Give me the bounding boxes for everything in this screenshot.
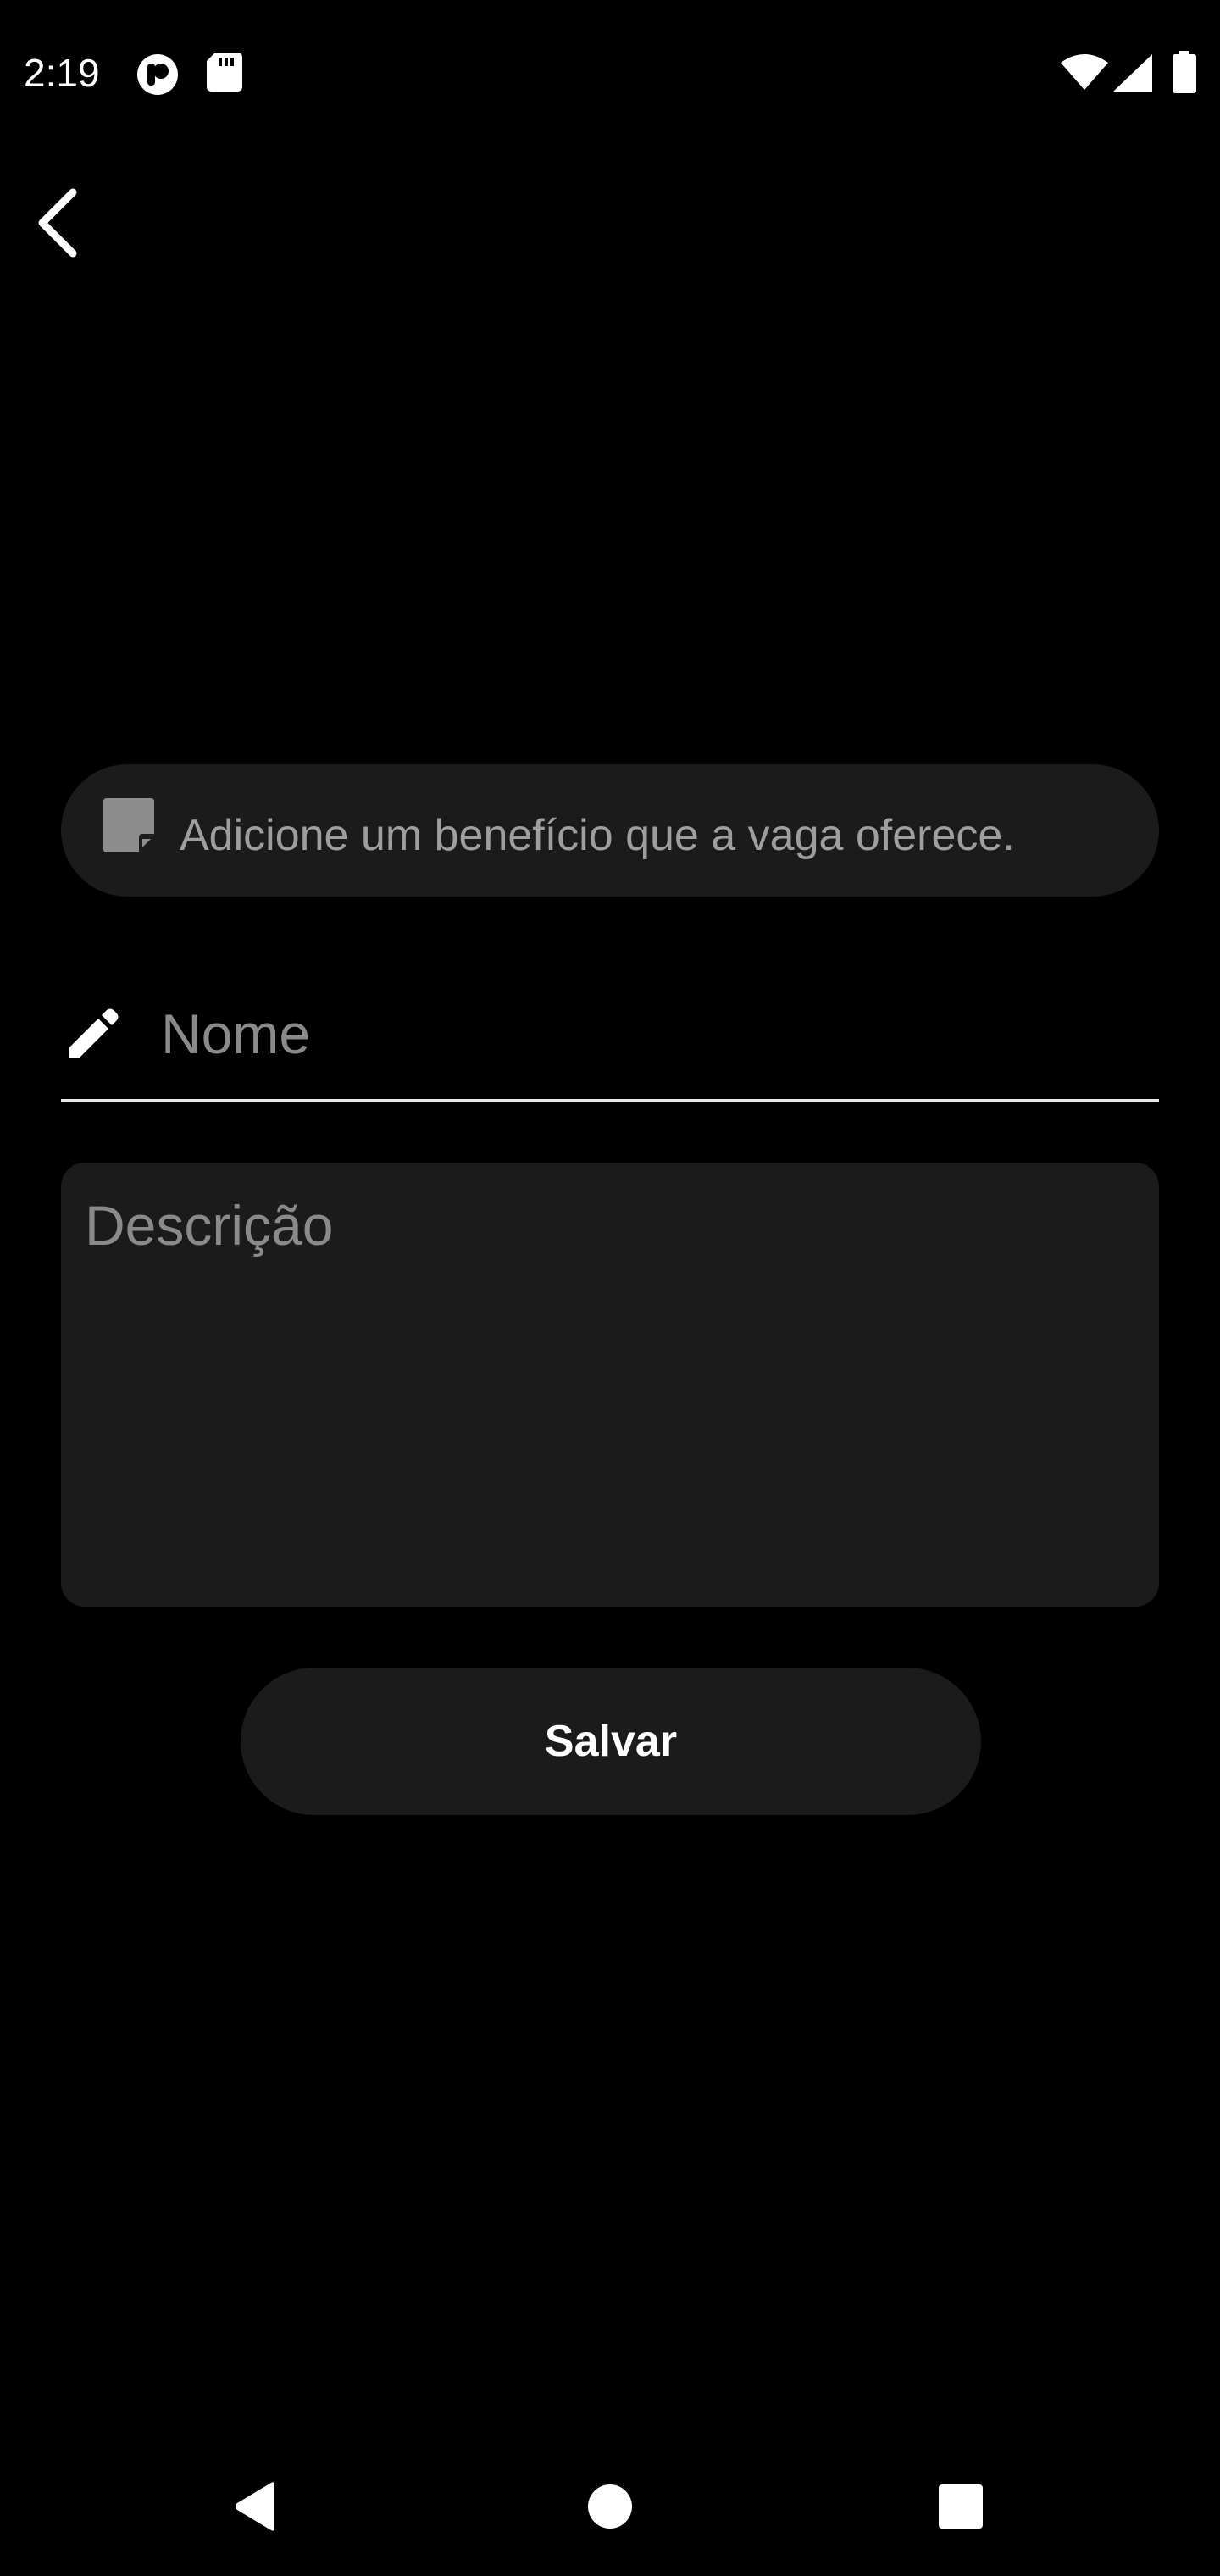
description-field[interactable]	[61, 1163, 1159, 1607]
save-button[interactable]: Salvar	[241, 1668, 981, 1815]
status-bar: 2:19	[0, 0, 1220, 144]
name-field[interactable]	[61, 974, 1159, 1102]
nav-home-button[interactable]	[568, 2466, 652, 2551]
nav-back-button[interactable]	[214, 2466, 298, 2551]
back-arrow-icon	[34, 187, 85, 263]
battery-icon	[1173, 51, 1196, 97]
cell-signal-icon	[1113, 54, 1152, 96]
pencil-icon	[66, 1008, 119, 1061]
navigation-bar	[0, 2440, 1220, 2576]
status-time: 2:19	[24, 51, 100, 95]
sticky-note-icon	[103, 798, 154, 852]
info-banner: Adicione um benefício que a vaga oferece…	[61, 764, 1159, 897]
back-button[interactable]	[17, 178, 102, 271]
back-triangle-icon	[232, 2481, 280, 2536]
name-input[interactable]	[161, 991, 1135, 1076]
wifi-icon	[1061, 54, 1108, 94]
info-banner-text: Adicione um benefício que a vaga oferece…	[180, 811, 1015, 860]
nav-recents-button[interactable]	[918, 2466, 1003, 2551]
app-notification-icon	[136, 53, 180, 101]
home-circle-icon	[587, 2484, 633, 2534]
recents-square-icon	[938, 2484, 984, 2534]
sd-card-icon	[207, 53, 242, 96]
